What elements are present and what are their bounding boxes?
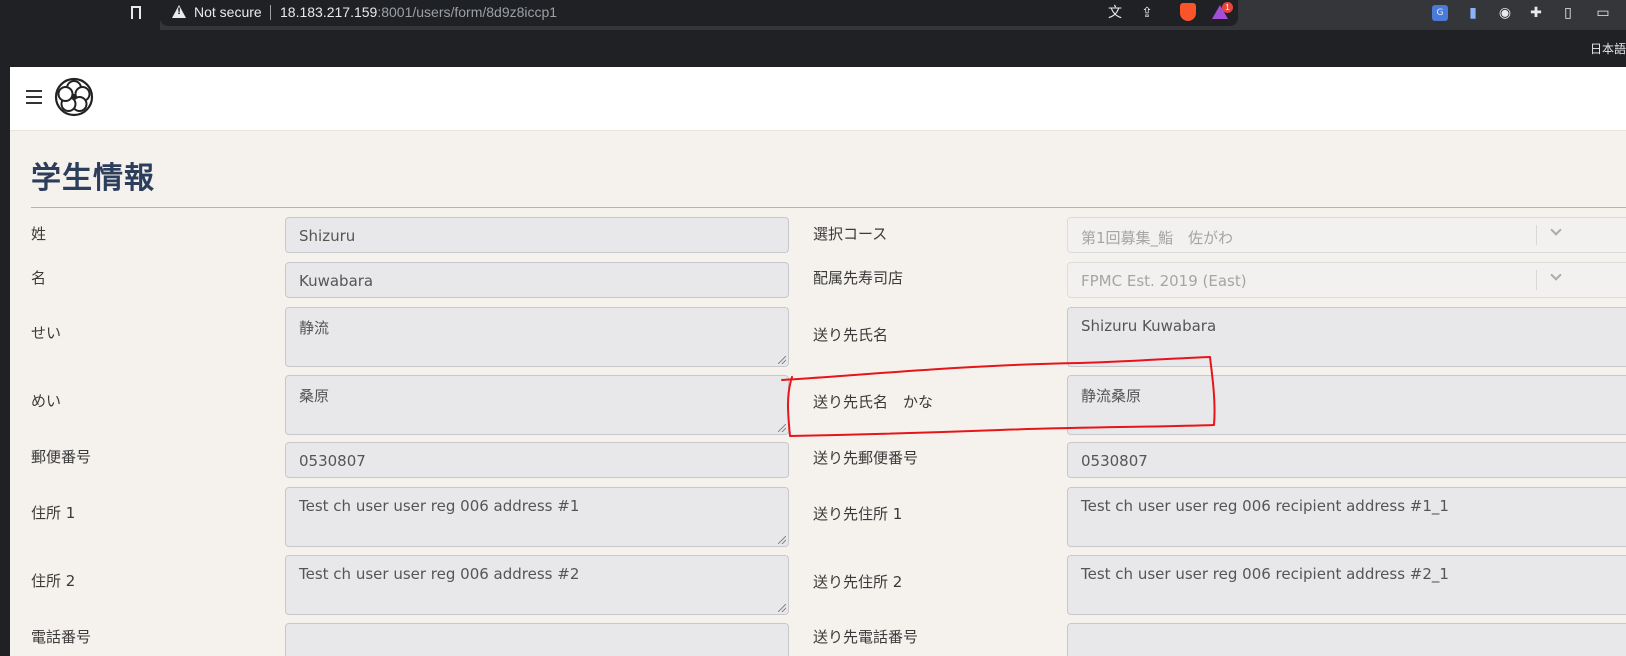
share-icon[interactable]: ⇪	[1138, 4, 1156, 22]
translate-bar	[0, 30, 1626, 67]
warning-icon[interactable]	[172, 5, 186, 18]
chevron-down-icon[interactable]	[1550, 269, 1562, 281]
sidebar-icon[interactable]: ▯	[1559, 4, 1577, 22]
course-label: 選択コース	[813, 225, 888, 243]
course-select[interactable]: 第1回募集_鮨 佐がわ	[1067, 217, 1626, 253]
address-2-textarea[interactable]: Test ch user user reg 006 address #2	[285, 555, 789, 615]
recipient-address-1-textarea[interactable]: Test ch user user reg 006 recipient addr…	[1067, 487, 1626, 547]
first-name-input[interactable]: Kuwabara	[285, 262, 789, 298]
last-name-label: 姓	[31, 225, 47, 243]
flower-logo-icon[interactable]	[54, 77, 94, 117]
docs-extension-icon[interactable]: ▮	[1464, 4, 1482, 22]
recipient-name-kana-label: 送り先氏名 かな	[813, 393, 934, 411]
address-1-label: 住所 1	[31, 504, 76, 522]
language-selector[interactable]: 日本語	[1590, 40, 1626, 57]
recipient-postal-code-label: 送り先郵便番号	[813, 449, 919, 467]
course-select-value: 第1回募集_鮨 佐がわ	[1081, 229, 1234, 247]
address-2-label: 住所 2	[31, 572, 76, 590]
last-name-input[interactable]: Shizuru	[285, 217, 789, 253]
course-select-separator	[1536, 225, 1537, 245]
postal-code-label: 郵便番号	[31, 448, 92, 466]
page-viewport: 学生情報 姓 Shizuru 名 Kuwabara せい 静流 めい 桑原 郵便…	[10, 67, 1626, 656]
recipient-name-textarea[interactable]: Shizuru Kuwabara	[1067, 307, 1626, 367]
recipient-phone-input[interactable]	[1067, 623, 1626, 656]
phone-input[interactable]	[285, 623, 789, 656]
recipient-name-label: 送り先氏名	[813, 326, 889, 344]
postal-code-input[interactable]: 0530807	[285, 442, 789, 478]
recipient-postal-code-input[interactable]: 0530807	[1067, 442, 1626, 478]
url-host: 18.183.217.159	[280, 4, 378, 20]
wallet-icon[interactable]: ▭	[1594, 4, 1612, 22]
first-name-label: 名	[31, 269, 47, 287]
brave-shields-icon[interactable]	[1180, 3, 1196, 21]
recipient-address-2-textarea[interactable]: Test ch user user reg 006 recipient addr…	[1067, 555, 1626, 615]
assigned-restaurant-select[interactable]: FPMC Est. 2019 (East)	[1067, 262, 1626, 298]
bookmark-icon[interactable]	[131, 6, 141, 23]
recipient-address-2-label: 送り先住所 2	[813, 573, 903, 591]
page-title: 学生情報	[31, 161, 155, 196]
chevron-down-icon[interactable]	[1550, 224, 1562, 236]
hamburger-menu-icon[interactable]	[26, 90, 42, 104]
title-divider	[31, 207, 1626, 208]
address-1-textarea[interactable]: Test ch user user reg 006 address #1	[285, 487, 789, 547]
assigned-restaurant-label: 配属先寿司店	[813, 269, 904, 287]
recipient-phone-label: 送り先電話番号	[813, 628, 919, 646]
restaurant-select-separator	[1536, 270, 1537, 290]
last-name-kana-textarea[interactable]: 静流	[285, 307, 789, 367]
security-label[interactable]: Not secure	[194, 4, 262, 20]
translate-icon[interactable]: 文	[1106, 4, 1124, 22]
address-separator	[270, 5, 271, 20]
extensions-puzzle-icon[interactable]: ✚	[1527, 4, 1545, 22]
first-name-kana-textarea[interactable]: 桑原	[285, 375, 789, 435]
url-text[interactable]: 18.183.217.159:8001/users/form/8d9z8iccp…	[280, 4, 557, 20]
assigned-restaurant-value: FPMC Est. 2019 (East)	[1081, 272, 1247, 290]
first-name-kana-label: めい	[31, 392, 62, 410]
google-translate-extension-icon[interactable]: G	[1432, 5, 1448, 21]
camera-icon[interactable]: ◉	[1496, 4, 1514, 22]
recipient-name-kana-textarea[interactable]: 静流桑原	[1067, 375, 1626, 435]
url-path: :8001/users/form/8d9z8iccp1	[377, 4, 558, 20]
last-name-kana-label: せい	[31, 324, 62, 342]
app-navbar	[10, 67, 1626, 131]
address-bar[interactable]: Not secure 18.183.217.159:8001/users/for…	[160, 0, 1238, 26]
phone-label: 電話番号	[31, 628, 92, 646]
recipient-address-1-label: 送り先住所 1	[813, 505, 903, 523]
rewards-badge: 1	[1222, 2, 1233, 13]
